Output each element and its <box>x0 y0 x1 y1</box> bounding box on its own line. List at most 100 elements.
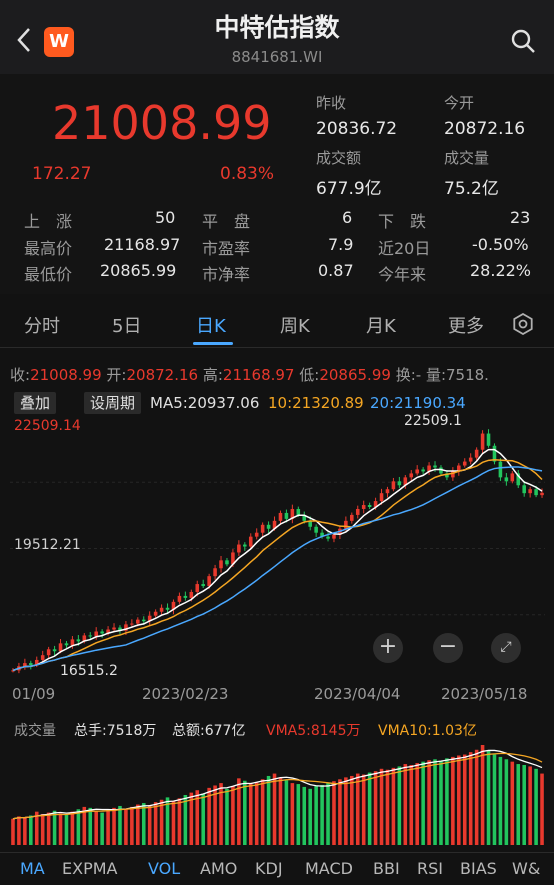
volume-bar <box>326 783 330 845</box>
volume-bar <box>225 788 229 845</box>
zoom-in-button[interactable]: + <box>373 633 403 663</box>
candle <box>243 544 247 547</box>
volume-bar <box>272 773 277 845</box>
stats-row-low: 最低价 20865.99 市净率 0.87 今年来 28.22% <box>24 261 532 284</box>
candle <box>195 584 200 592</box>
candle <box>100 631 104 634</box>
volume-bar <box>379 768 384 845</box>
volume-bar <box>314 785 318 845</box>
settings-icon[interactable] <box>512 313 534 335</box>
ma5-line <box>12 448 543 672</box>
candle <box>112 627 116 630</box>
overlay-button[interactable]: 叠加 <box>14 392 57 414</box>
volume-bar <box>510 761 515 845</box>
volume-bar <box>118 805 122 845</box>
ma20-line <box>12 466 543 672</box>
volume-bar <box>409 765 414 845</box>
candle <box>159 607 164 612</box>
candle <box>29 663 33 666</box>
candle <box>76 639 81 642</box>
volume-bar <box>439 761 443 845</box>
volume-bar <box>522 765 526 845</box>
header: W 中特估指数 8841681.WI <box>0 0 554 74</box>
volume-bar <box>451 756 455 845</box>
ma20-value: 20:21190.34 <box>370 394 466 412</box>
candle <box>468 457 473 462</box>
volume-bar <box>504 759 509 845</box>
volume-bar <box>373 771 378 845</box>
ind-expma[interactable]: EXPMA <box>62 859 117 878</box>
volume-bar <box>231 785 235 845</box>
volume-bar <box>284 780 289 845</box>
chart-top-label: 22509.14 <box>14 418 81 434</box>
volume-bar <box>486 750 491 845</box>
candle <box>486 433 491 446</box>
indicator-tabs: MA EXPMA VOL AMO KDJ MACD BBI RSI BIAS W… <box>0 852 554 885</box>
ind-amo[interactable]: AMO <box>200 859 237 878</box>
volume-label: 成交量 <box>14 723 56 739</box>
vma5-value: VMA5:8145万 <box>266 723 361 739</box>
ind-rsi[interactable]: RSI <box>417 859 443 878</box>
ind-macd[interactable]: MACD <box>305 859 353 878</box>
candle <box>183 595 188 598</box>
ind-vol[interactable]: VOL <box>148 859 180 878</box>
volume-bar <box>94 810 98 845</box>
candle <box>534 489 538 496</box>
candle <box>361 505 366 509</box>
candle <box>94 631 98 637</box>
tab-weekly-k[interactable]: 周K <box>280 312 310 338</box>
volume-bar <box>52 810 57 845</box>
volume-bar <box>367 772 372 845</box>
tab-more[interactable]: 更多 <box>448 312 484 338</box>
tab-intraday[interactable]: 分时 <box>24 312 60 338</box>
ind-bias[interactable]: BIAS <box>460 859 497 878</box>
candle <box>391 481 396 490</box>
set-period-button[interactable]: 设周期 <box>84 392 142 414</box>
index-code: 8841681.WI <box>231 48 323 66</box>
volume-bar <box>332 781 336 845</box>
candle <box>540 492 544 496</box>
vma10-line <box>12 752 543 820</box>
volume-bar <box>355 773 360 845</box>
candle <box>201 584 205 587</box>
candlestick-chart[interactable] <box>10 416 545 681</box>
volume-chart[interactable] <box>10 740 545 845</box>
volume-bar <box>183 795 188 845</box>
stats-row-breadth: 上 涨 50 平 盘 6 下 跌 23 <box>24 208 531 231</box>
ind-bbi[interactable]: BBI <box>373 859 400 878</box>
fullscreen-button[interactable]: ⤢ <box>491 633 521 663</box>
tab-monthly-k[interactable]: 月K <box>366 312 396 338</box>
candle <box>254 532 259 537</box>
ind-ma[interactable]: MA <box>20 859 45 878</box>
candle <box>64 643 69 646</box>
volume-bar <box>141 803 146 845</box>
volume-bar <box>11 818 15 845</box>
volume-bar <box>243 780 247 845</box>
candle <box>58 643 63 652</box>
candle <box>177 595 182 602</box>
ind-kdj[interactable]: KDJ <box>255 859 283 878</box>
candle <box>52 649 57 652</box>
volume-bar <box>397 766 402 845</box>
candle <box>528 489 532 494</box>
tab-5day[interactable]: 5日 <box>112 312 141 338</box>
candle <box>421 469 425 472</box>
candle <box>344 520 348 529</box>
volume-bar <box>64 814 69 845</box>
candle <box>504 477 509 482</box>
search-icon[interactable] <box>510 28 536 54</box>
candle <box>355 508 360 515</box>
vma10-value: VMA10:1.03亿 <box>378 723 477 739</box>
candle <box>219 560 223 569</box>
tab-daily-k[interactable]: 日K <box>196 312 226 338</box>
volume-bar <box>29 815 33 845</box>
candle <box>385 489 390 494</box>
volume-bar <box>308 788 312 845</box>
candle <box>153 611 158 616</box>
ind-w[interactable]: W& <box>512 859 540 878</box>
volume-bar <box>112 807 116 845</box>
volume-bar <box>534 768 538 845</box>
volume-bar <box>153 802 158 845</box>
zoom-out-button[interactable]: − <box>433 633 463 663</box>
total-hands: 总手:7518万 <box>74 723 157 739</box>
